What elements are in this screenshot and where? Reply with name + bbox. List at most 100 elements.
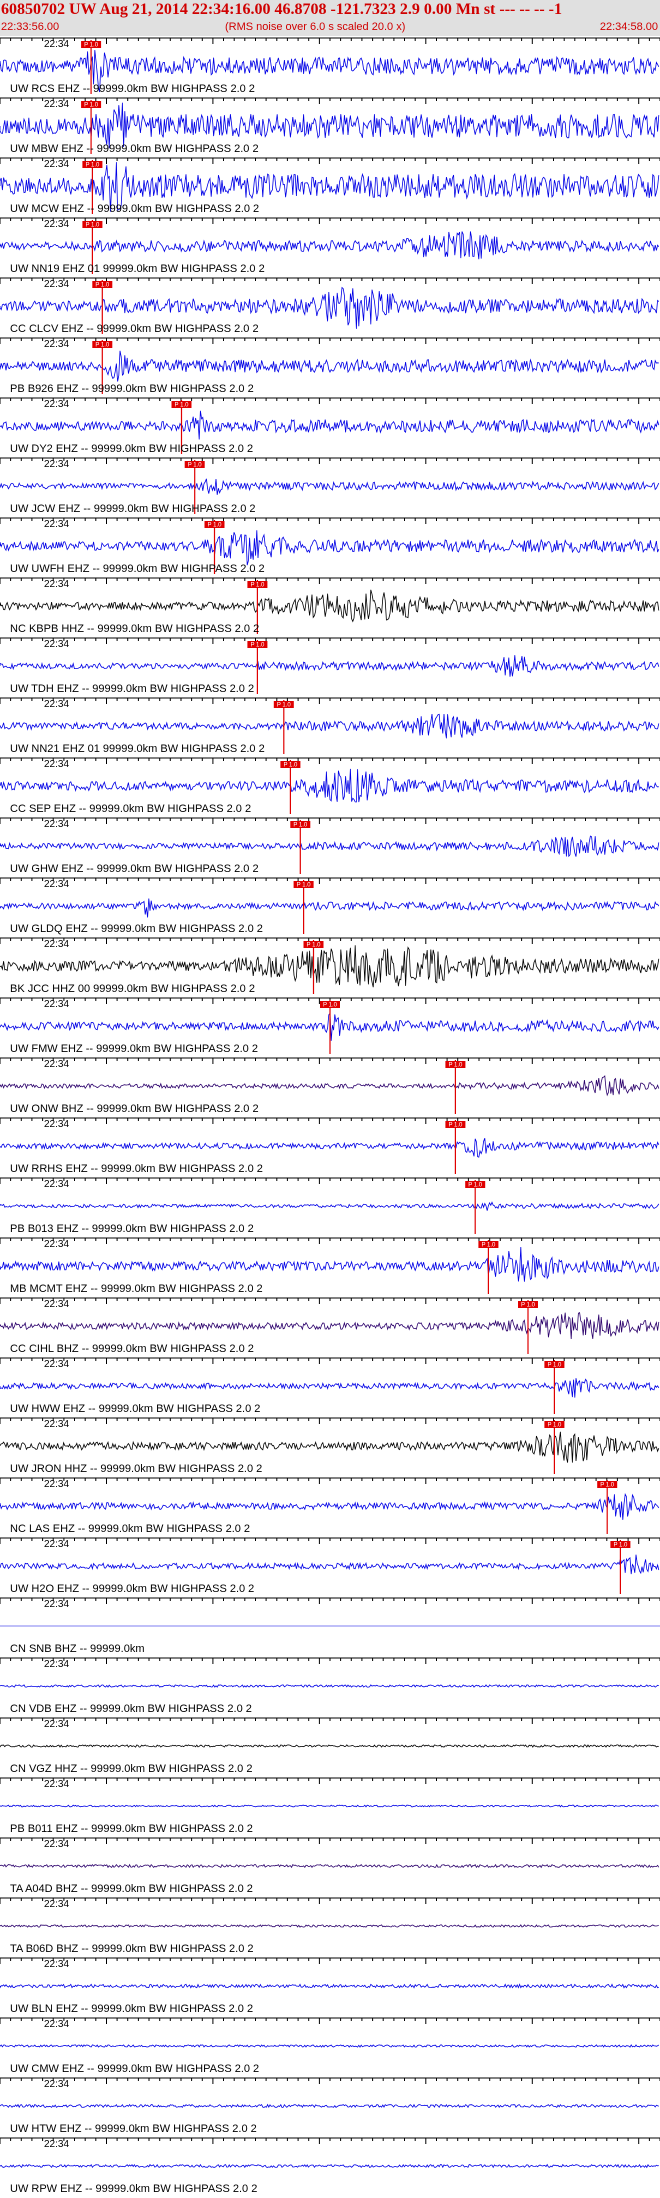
pick-label: P 1.0 xyxy=(481,1243,496,1249)
trace: 22:34 P 1.0 UW RRHS EHZ -- 99999.0km BW HI… xyxy=(0,1117,660,1175)
trace-time-label: 22:34 xyxy=(44,1179,69,1190)
time-ticks xyxy=(0,2078,660,2084)
waveform-trace xyxy=(0,1684,659,1688)
waveform-trace xyxy=(0,350,659,382)
channel-label: UW GHW EHZ -- 99999.0km BW HIGHPASS 2.0 … xyxy=(10,863,259,875)
time-ticks xyxy=(0,2138,660,2144)
pick-label: P 1.0 xyxy=(85,223,100,229)
pick-label: P 1.0 xyxy=(208,523,223,529)
time-ticks xyxy=(0,1838,660,1844)
waveform-trace xyxy=(0,1924,659,1928)
trace: 22:34 CN VDB EHZ -- 99999.0km BW HIGHPASS… xyxy=(0,1657,660,1715)
waveform-trace xyxy=(0,1138,660,1158)
trace-time-label: 22:34 xyxy=(44,519,69,530)
trace-time-label: 22:34 xyxy=(44,39,69,50)
channel-label: UW NN21 EHZ 01 99999.0km BW HIGHPASS 2.0… xyxy=(10,743,265,755)
time-ticks xyxy=(0,758,660,764)
channel-label: BK JCC HHZ 00 99999.0km BW HIGHPASS 2.0 … xyxy=(10,983,255,995)
trace: 22:34 P 1.0 UW H2O EHZ -- 99999.0km BW HIG… xyxy=(0,1537,660,1595)
channel-label: UW HTW EHZ -- 99999.0km BW HIGHPASS 2.0 … xyxy=(10,2123,257,2135)
channel-label: CN VDB EHZ -- 99999.0km BW HIGHPASS 2.0 … xyxy=(10,1703,252,1715)
pick-label: P 1.0 xyxy=(250,643,265,649)
trace-time-label: 22:34 xyxy=(44,219,69,230)
time-ticks xyxy=(0,1898,660,1904)
time-ticks xyxy=(0,1118,660,1124)
trace-time-label: 22:34 xyxy=(44,1599,69,1610)
channel-label: UW FMW EHZ -- 99999.0km BW HIGHPASS 2.0 … xyxy=(10,1043,258,1055)
trace: 22:34 UW CMW EHZ -- 99999.0km BW HIGHPASS… xyxy=(0,2017,660,2075)
trace: 22:34 P 1.0 UW DY2 EHZ -- 99999.0km BW HIG… xyxy=(0,397,660,455)
trace: 22:34 P 1.0 UW MBW EHZ -- 99999.0km BW HIG… xyxy=(0,97,660,155)
time-ticks xyxy=(0,878,660,884)
time-ticks xyxy=(0,818,660,824)
channel-label: UW ONW BHZ -- 99999.0km BW HIGHPASS 2.0 … xyxy=(10,1103,259,1115)
pick-label: P 1.0 xyxy=(84,103,99,109)
pick-label: P 1.0 xyxy=(600,1483,615,1489)
channel-label: UW RCS EHZ -- 99999.0km BW HIGHPASS 2.0 … xyxy=(10,83,255,95)
trace: 22:34 P 1.0 NC KBPB HHZ -- 99999.0km BW HI… xyxy=(0,577,660,635)
pick-label: P 1.0 xyxy=(277,703,292,709)
trace-time-label: 22:34 xyxy=(44,1659,69,1670)
channel-label: UW HWW EHZ -- 99999.0km BW HIGHPASS 2.0 … xyxy=(10,1403,260,1415)
trace: 22:34 P 1.0 UW ONW BHZ -- 99999.0km BW HIG… xyxy=(0,1057,660,1115)
trace-time-label: 22:34 xyxy=(44,759,69,770)
trace: 22:34 UW HTW EHZ -- 99999.0km BW HIGHPASS… xyxy=(0,2077,660,2135)
channel-label: CN VGZ HHZ -- 99999.0km BW HIGHPASS 2.0 … xyxy=(10,1763,252,1775)
trace: 22:34 P 1.0 UW FMW EHZ -- 99999.0km BW HIG… xyxy=(0,997,660,1055)
trace-time-label: 22:34 xyxy=(44,1779,69,1790)
waveform-trace xyxy=(0,2044,660,2048)
trace-time-label: 22:34 xyxy=(44,699,69,710)
trace: 22:34 P 1.0 UW JRON HHZ -- 99999.0km BW HI… xyxy=(0,1417,660,1475)
time-ticks xyxy=(0,638,660,644)
waveform-trace xyxy=(0,1983,659,1989)
trace: 22:34 P 1.0 CC SEP EHZ -- 99999.0km BW HIG… xyxy=(0,757,660,815)
waveform-trace xyxy=(0,1075,660,1097)
trace-time-label: 22:34 xyxy=(44,1899,69,1910)
trace-time-label: 22:34 xyxy=(44,939,69,950)
trace: 22:34 P 1.0 UW TDH EHZ -- 99999.0km BW HIG… xyxy=(0,637,660,695)
pick-label: P 1.0 xyxy=(613,1543,628,1549)
trace: 22:34 P 1.0 UW GLDQ EHZ -- 99999.0km BW HI… xyxy=(0,877,660,935)
channel-label: UW TDH EHZ -- 99999.0km BW HIGHPASS 2.0 … xyxy=(10,683,254,695)
channel-label: UW BLN EHZ -- 99999.0km BW HIGHPASS 2.0 … xyxy=(10,2003,253,2015)
channel-label: UW UWFH EHZ -- 99999.0km BW HIGHPASS 2.0… xyxy=(10,563,265,575)
pick-label: P 1.0 xyxy=(84,43,99,49)
waveform-trace xyxy=(0,589,660,623)
time-ticks xyxy=(0,458,660,464)
trace: 22:34 PB B011 EHZ -- 99999.0km BW HIGHPAS… xyxy=(0,1777,660,1835)
time-ticks xyxy=(0,1178,660,1184)
trace: 22:34 P 1.0 PB B926 EHZ -- 99999.0km BW HI… xyxy=(0,337,660,395)
trace: 22:34 P 1.0 UW RCS EHZ -- 99999.0km BW HIG… xyxy=(0,37,660,95)
channel-label: NC KBPB HHZ -- 99999.0km BW HIGHPASS 2.0… xyxy=(10,623,259,635)
trace-time-label: 22:34 xyxy=(44,1359,69,1370)
pick-label: P 1.0 xyxy=(283,763,298,769)
trace: 22:34 CN VGZ HHZ -- 99999.0km BW HIGHPASS… xyxy=(0,1717,660,1775)
trace: 22:34 P 1.0 UW GHW EHZ -- 99999.0km BW HIG… xyxy=(0,817,660,875)
pick-label: P 1.0 xyxy=(85,163,100,169)
channel-label: CC SEP EHZ -- 99999.0km BW HIGHPASS 2.0 … xyxy=(10,803,251,815)
waveform-trace xyxy=(0,478,660,495)
channel-label: TA A04D BHZ -- 99999.0km BW HIGHPASS 2.0… xyxy=(10,1883,253,1895)
waveform-trace xyxy=(0,655,660,677)
seismogram-plot: 22:34 P 1.0 UW RCS EHZ -- 99999.0km BW HIG… xyxy=(0,37,660,2195)
time-ticks xyxy=(0,398,660,404)
event-title: 60850702 UW Aug 21, 2014 22:34:16.00 46.… xyxy=(1,1,562,18)
waveform-trace xyxy=(0,1863,660,1869)
channel-label: CC CLCV EHZ -- 99999.0km BW HIGHPASS 2.0… xyxy=(10,323,259,335)
waveform-trace xyxy=(0,768,659,803)
time-ticks xyxy=(0,1298,660,1304)
trace-time-label: 22:34 xyxy=(44,399,69,410)
trace-time-label: 22:34 xyxy=(44,639,69,650)
trace-time-label: 22:34 xyxy=(44,879,69,890)
channel-label: UW MCW EHZ -- 99999.0km BW HIGHPASS 2.0 … xyxy=(10,203,259,215)
pick-label: P 1.0 xyxy=(468,1183,483,1189)
trace: 22:34 P 1.0 UW MCW EHZ -- 99999.0km BW HIG… xyxy=(0,157,660,215)
waveform-trace xyxy=(0,713,660,739)
pick-label: P 1.0 xyxy=(297,883,312,889)
pick-label: P 1.0 xyxy=(547,1423,562,1429)
trace: 22:34 P 1.0 PB B013 EHZ -- 99999.0km BW HI… xyxy=(0,1177,660,1235)
trace: 22:34 P 1.0 UW HWW EHZ -- 99999.0km BW HIG… xyxy=(0,1357,660,1415)
trace-time-label: 22:34 xyxy=(44,1479,69,1490)
channel-label: NC LAS EHZ -- 99999.0km BW HIGHPASS 2.0 … xyxy=(10,1523,250,1535)
time-ticks xyxy=(0,1478,660,1484)
